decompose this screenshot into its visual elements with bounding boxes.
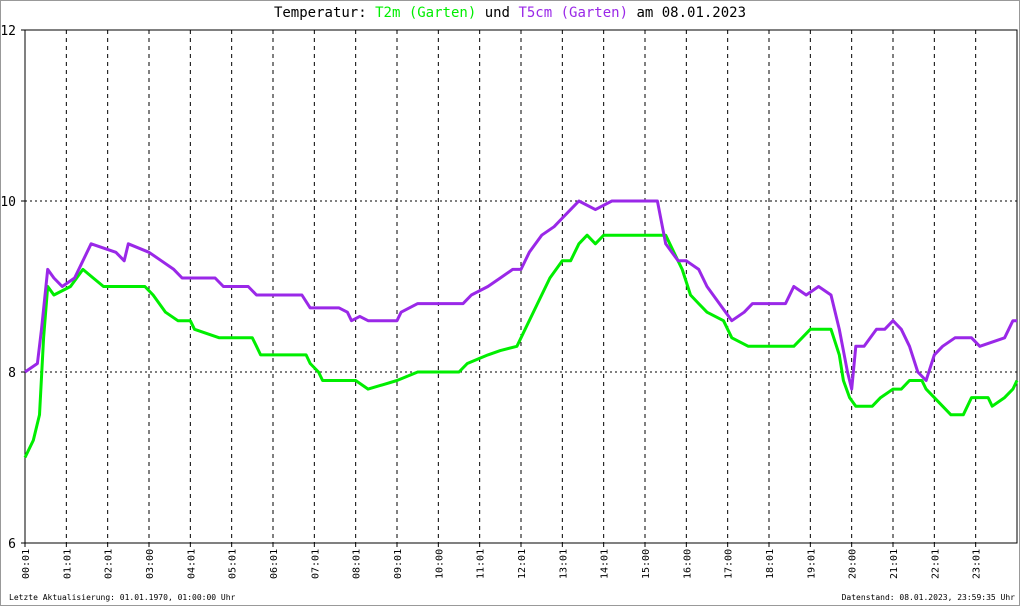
x-tick-label: 23:01 <box>972 549 983 579</box>
x-tick-label: 02:01 <box>104 549 115 579</box>
x-tick-label: 01:01 <box>62 549 73 579</box>
chart-container: Temperatur: T2m (Garten) und T5cm (Garte… <box>0 0 1020 606</box>
x-tick-label: 20:00 <box>848 549 859 579</box>
y-tick-label: 12 <box>1 24 16 39</box>
x-tick-label: 09:01 <box>393 549 404 579</box>
x-tick-label: 11:01 <box>476 549 487 579</box>
x-tick-label: 06:01 <box>269 549 280 579</box>
x-tick-label: 03:00 <box>145 549 156 579</box>
x-tick-label: 22:01 <box>930 549 941 579</box>
x-tick-label: 05:01 <box>228 549 239 579</box>
y-tick-label: 10 <box>1 195 16 210</box>
x-tick-label: 13:01 <box>558 549 569 579</box>
plot-area: 6 8 10 12 00:01 01:01 02:01 03:00 04:01 05:01 06:0… <box>1 24 1019 579</box>
x-tick-label: 07:01 <box>310 549 321 579</box>
data-timestamp-text: Datenstand: 08.01.2023, 23:59:35 Uhr <box>841 593 1015 602</box>
x-tick-label: 17:00 <box>724 549 735 579</box>
x-tick-label: 10:00 <box>434 549 445 579</box>
x-tick-label: 12:01 <box>517 549 528 579</box>
last-update-text: Letzte Aktualisierung: 01.01.1970, 01:00… <box>9 593 236 602</box>
y-tick-label: 8 <box>8 366 16 381</box>
x-tick-label: 19:01 <box>806 549 817 579</box>
y-tick-label: 6 <box>8 537 16 552</box>
x-tick-label: 16:00 <box>682 549 693 579</box>
x-tick-label: 14:01 <box>600 549 611 579</box>
x-tick-label: 08:01 <box>352 549 363 579</box>
x-tick-label: 21:01 <box>889 549 900 579</box>
x-tick-label: 04:01 <box>186 549 197 579</box>
x-tick-label: 15:00 <box>641 549 652 579</box>
x-tick-label: 00:01 <box>21 549 32 579</box>
x-tick-label: 18:01 <box>765 549 776 579</box>
